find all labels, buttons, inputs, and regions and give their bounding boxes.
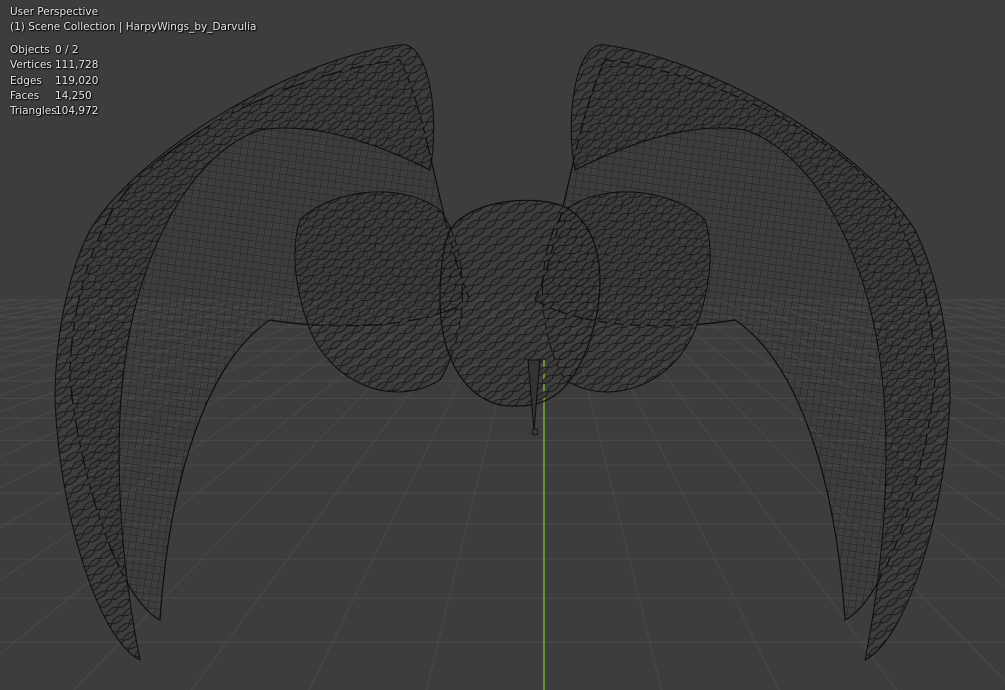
grid-line: [0, 299, 17, 304]
grid-line: [939, 299, 1005, 316]
scene-statistics: Objects 0 / 2 Vertices 111,728 Edges 119…: [10, 43, 98, 119]
stat-label: Edges: [10, 74, 42, 87]
stat-row-triangles: Triangles 104,972: [10, 104, 98, 119]
stat-label: Faces: [10, 89, 40, 102]
stat-value: 0 / 2: [55, 44, 79, 56]
grid-line: [0, 299, 61, 312]
stat-value: 119,020: [55, 74, 99, 87]
grid-line: [0, 299, 39, 308]
stat-value: 111,728: [55, 59, 99, 72]
stat-label: Vertices: [10, 59, 52, 72]
3d-viewport[interactable]: User Perspective (1) Scene Collection | …: [0, 0, 1005, 690]
stat-value: 104,972: [55, 105, 99, 118]
collection-label: (1) Scene Collection | HarpyWings_by_Dar…: [10, 21, 257, 33]
grid-line: [961, 299, 1005, 310]
stat-label: Triangles: [10, 105, 57, 118]
harpy-wings-wireframe-icon[interactable]: [54, 44, 951, 661]
grid-line: [983, 299, 1005, 305]
stat-row-objects: Objects 0 / 2: [10, 43, 98, 58]
viewport-scene[interactable]: [0, 0, 1005, 690]
stat-value: 14,250: [55, 89, 92, 102]
stat-row-edges: Edges 119,020: [10, 74, 98, 89]
stat-row-vertices: Vertices 111,728: [10, 58, 98, 73]
stat-label: Objects: [10, 44, 50, 56]
stat-row-faces: Faces 14,250: [10, 89, 98, 104]
view-name: User Perspective: [10, 6, 99, 18]
viewport-header-text: User Perspective (1) Scene Collection | …: [10, 5, 256, 35]
